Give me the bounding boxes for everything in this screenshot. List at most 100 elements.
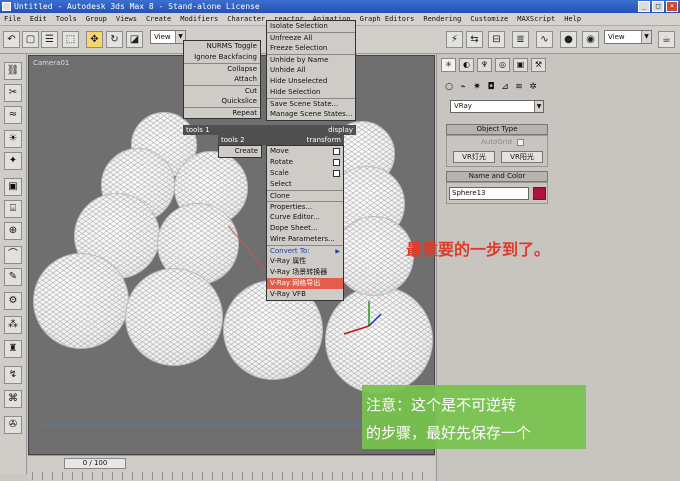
lights-icon[interactable]: ✷ xyxy=(471,81,483,93)
motion-icon[interactable]: ↯ xyxy=(4,366,22,384)
minimize-button[interactable]: _ xyxy=(638,1,650,12)
menu-item-create[interactable]: Create xyxy=(219,146,261,157)
light-icon[interactable]: ☀ xyxy=(4,130,22,148)
close-button[interactable]: × xyxy=(666,1,678,12)
name-color-rollout-header[interactable]: Name and Color xyxy=(446,171,548,182)
app-icon[interactable] xyxy=(2,2,11,11)
particle-icon[interactable]: ⁂ xyxy=(4,316,22,334)
render-setup-icon[interactable]: ◉ xyxy=(582,31,599,48)
menu-item-dope-sheet[interactable]: Dope Sheet... xyxy=(267,223,343,234)
utility-icon[interactable]: ⌘ xyxy=(4,390,22,408)
menu-create[interactable]: Create xyxy=(146,15,171,23)
object-name-input[interactable]: Sphere13 xyxy=(449,187,529,200)
menu-item-move[interactable]: Move xyxy=(267,146,343,157)
menu-item-properties[interactable]: Properties... xyxy=(267,201,343,212)
menu-rendering[interactable]: Rendering xyxy=(423,15,461,23)
shapes-icon[interactable]: ⌁ xyxy=(457,81,469,93)
menu-item-collapse[interactable]: Collapse xyxy=(184,63,260,74)
material-editor-icon[interactable]: ● xyxy=(560,31,577,48)
viewport-label[interactable]: Camera01 xyxy=(33,59,69,67)
menu-item-freeze-selection[interactable]: Freeze Selection xyxy=(267,43,355,54)
menu-item-unfreeze-all[interactable]: Unfreeze All xyxy=(267,32,355,43)
rotate-icon[interactable]: ↻ xyxy=(106,31,123,48)
curve-editor-icon[interactable]: ∿ xyxy=(536,31,553,48)
move-icon[interactable]: ✥ xyxy=(86,31,103,48)
time-slider[interactable]: 0 / 100 xyxy=(64,458,126,469)
hierarchy-tab-icon[interactable]: ♆ xyxy=(477,58,492,72)
systems-icon[interactable]: ✲ xyxy=(527,81,539,93)
menu-item-attach[interactable]: Attach xyxy=(184,74,260,85)
menu-item-select[interactable]: Select xyxy=(267,179,343,190)
create-tab-icon[interactable]: ✳ xyxy=(441,58,456,72)
modify-tab-icon[interactable]: ◐ xyxy=(459,58,474,72)
menu-item-rotate[interactable]: Rotate xyxy=(267,157,343,168)
quick-render-icon[interactable]: ☕ xyxy=(658,31,675,48)
menu-maxscript[interactable]: MAXScript xyxy=(517,15,555,23)
menu-item-quickslice[interactable]: Quickslice xyxy=(184,96,260,107)
menu-customize[interactable]: Customize xyxy=(470,15,508,23)
renderer-select[interactable]: VRay ▼ xyxy=(450,100,544,113)
sphere-object[interactable] xyxy=(33,253,129,349)
shape-icon[interactable]: ⌒ xyxy=(4,246,22,264)
camera-icon[interactable]: ✦ xyxy=(4,152,22,170)
hierarchy-icon[interactable]: ♜ xyxy=(4,340,22,358)
cylinder-icon[interactable]: ⌸ xyxy=(4,200,22,218)
menu-item-vray-vfb[interactable]: V-Ray VFB xyxy=(267,289,343,300)
spacewarps-icon[interactable]: ≋ xyxy=(513,81,525,93)
menu-file[interactable]: File xyxy=(4,15,21,23)
render-type-combo[interactable]: View ▼ xyxy=(604,30,652,44)
helpers-icon[interactable]: ⊿ xyxy=(499,81,511,93)
menu-item-unhide-by-name[interactable]: Unhide by Name xyxy=(267,54,355,65)
menu-help[interactable]: Help xyxy=(564,15,581,23)
menu-item-unhide-all[interactable]: Unhide All xyxy=(267,65,355,76)
menu-item-vray-properties[interactable]: V-Ray 属性 xyxy=(267,256,343,267)
menu-edit[interactable]: Edit xyxy=(30,15,47,23)
menu-item-convert-to[interactable]: Convert To: ▶ xyxy=(267,245,343,256)
cameras-icon[interactable]: ◘ xyxy=(485,81,497,93)
menu-item-curve-editor[interactable]: Curve Editor... xyxy=(267,212,343,223)
menu-item-clone[interactable]: Clone xyxy=(267,190,343,201)
select-object-icon[interactable]: ▢ xyxy=(22,31,39,48)
menu-group[interactable]: Group xyxy=(86,15,107,23)
menu-item-manage-scene-states[interactable]: Manage Scene States... xyxy=(267,109,355,120)
menu-item-nurms-toggle[interactable]: NURMS Toggle xyxy=(184,41,260,52)
menu-tools[interactable]: Tools xyxy=(56,15,77,23)
systems-icon[interactable]: ⚙ xyxy=(4,292,22,310)
menu-item-cut[interactable]: Cut xyxy=(184,85,260,96)
track-bar[interactable] xyxy=(32,472,430,480)
menu-item-scale[interactable]: Scale xyxy=(267,168,343,179)
helper-icon[interactable]: ⊕ xyxy=(4,222,22,240)
settings-box-icon[interactable] xyxy=(333,159,340,166)
sphere-object[interactable] xyxy=(334,216,414,296)
menu-item-save-scene-state[interactable]: Save Scene State... xyxy=(267,98,355,109)
named-selection-icon[interactable]: ⚡ xyxy=(446,31,463,48)
geometry-icon[interactable]: ○ xyxy=(443,81,455,93)
link-icon[interactable]: ⛓ xyxy=(4,62,22,80)
sphere-object[interactable] xyxy=(125,268,223,366)
layer-manager-icon[interactable]: ≣ xyxy=(512,31,529,48)
mirror-icon[interactable]: ⇆ xyxy=(466,31,483,48)
scale-icon[interactable]: ◪ xyxy=(126,31,143,48)
menu-item-wire-parameters[interactable]: Wire Parameters... xyxy=(267,234,343,245)
box-icon[interactable]: ▣ xyxy=(4,178,22,196)
bind-space-warp-icon[interactable]: ≈ xyxy=(4,106,22,124)
undo-icon[interactable]: ↶ xyxy=(3,31,20,48)
transform-gizmo-icon[interactable] xyxy=(329,296,389,346)
menu-item-hide-unselected[interactable]: Hide Unselected xyxy=(267,76,355,87)
menu-modifiers[interactable]: Modifiers xyxy=(180,15,218,23)
maximize-button[interactable]: □ xyxy=(652,1,664,12)
space-warp-icon[interactable]: ✎ xyxy=(4,268,22,286)
settings-box-icon[interactable] xyxy=(333,170,340,177)
autogrid-checkbox[interactable] xyxy=(517,139,524,146)
menu-item-vray-scene-converter[interactable]: V-Ray 场景转换器 xyxy=(267,267,343,278)
settings-box-icon[interactable] xyxy=(333,148,340,155)
menu-item-isolate-selection[interactable]: Isolate Selection xyxy=(267,21,355,32)
reactor-icon[interactable]: ✇ xyxy=(4,416,22,434)
select-by-name-icon[interactable]: ☰ xyxy=(41,31,58,48)
menu-item-hide-selection[interactable]: Hide Selection xyxy=(267,87,355,98)
motion-tab-icon[interactable]: ◎ xyxy=(495,58,510,72)
select-region-icon[interactable]: ⬚ xyxy=(62,31,79,48)
menu-views[interactable]: Views xyxy=(116,15,137,23)
utilities-tab-icon[interactable]: ⚒ xyxy=(531,58,546,72)
menu-item-repeat[interactable]: Repeat xyxy=(184,107,260,118)
